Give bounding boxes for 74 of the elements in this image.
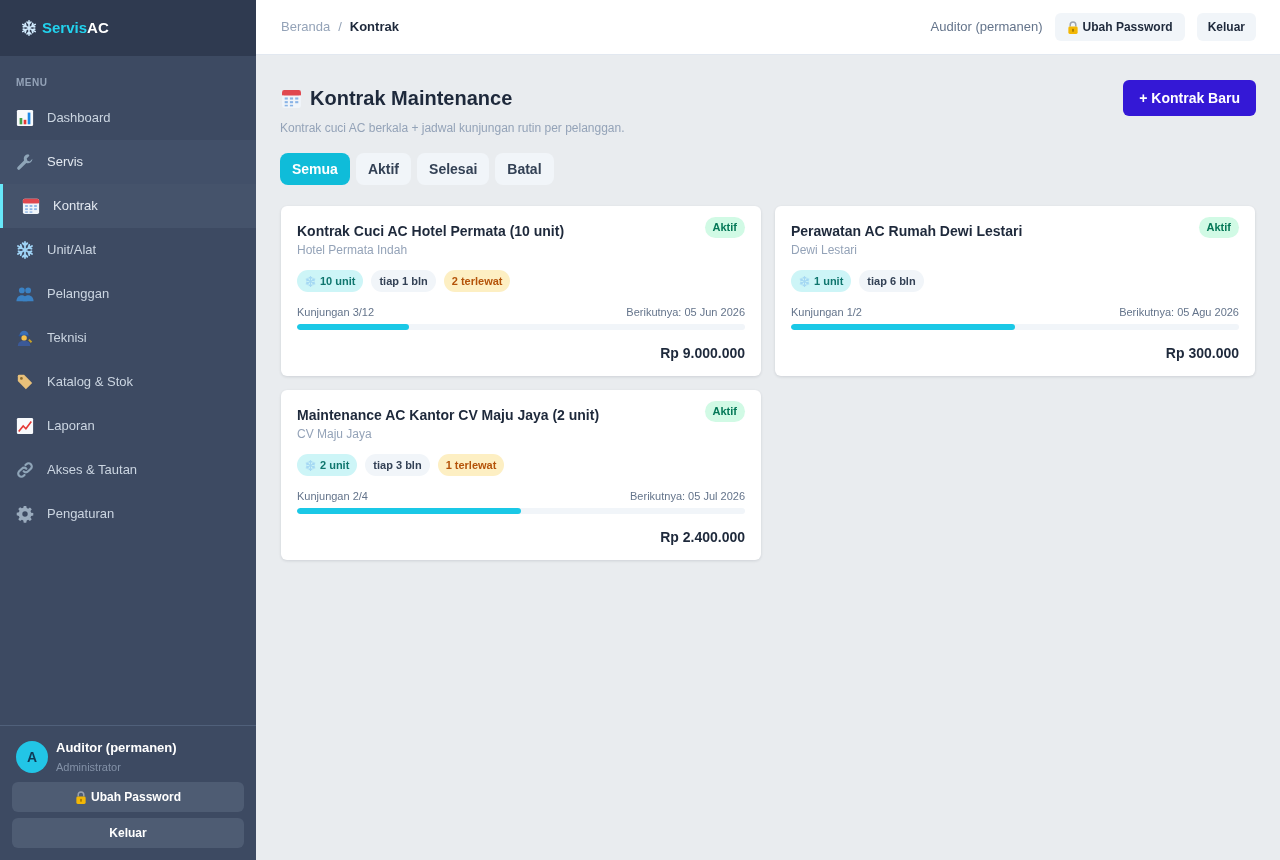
sidebar-item[interactable]: Pelanggan	[0, 272, 256, 316]
overdue-tag: 1 terlewat	[437, 454, 505, 476]
unit-count-tag: 10 unit	[297, 270, 364, 292]
overdue-tag: 2 terlewat	[443, 270, 511, 292]
unit-count-tag: 1 unit	[791, 270, 852, 292]
status-badge: Aktif	[704, 217, 745, 238]
sidebar-item[interactable]: Akses & Tautan	[0, 448, 256, 492]
app-logo-text: ServisAC	[42, 17, 109, 38]
link-icon	[16, 461, 34, 479]
lock-icon	[1066, 20, 1079, 34]
snowflake-icon	[799, 275, 810, 287]
worker-icon	[16, 329, 34, 347]
change-password-button[interactable]: Ubah Password	[12, 782, 244, 812]
customer-name: CV Maju Jaya	[297, 426, 373, 442]
user-label: Auditor (permanen)	[930, 18, 1043, 37]
people-icon	[16, 285, 34, 303]
next-visit-date: Berikutnya: 05 Jun 2026	[626, 305, 745, 319]
sidebar-item[interactable]: Teknisi	[0, 316, 256, 360]
status-badge: Aktif	[1198, 217, 1239, 238]
contract-price: Rp 9.000.000	[660, 344, 745, 362]
breadcrumb-separator: /	[338, 18, 342, 37]
filter-tab[interactable]: Aktif	[355, 153, 412, 185]
snowflake-logo-icon	[21, 20, 37, 36]
filter-tab[interactable]: Selesai	[417, 153, 490, 185]
settings-icon	[16, 505, 34, 523]
contract-title: Maintenance AC Kantor CV Maju Jaya (2 unit)	[297, 406, 600, 425]
customer-name: Hotel Permata Indah	[297, 242, 409, 258]
user-name: Auditor (permanen)	[56, 740, 177, 756]
visit-progress-label: Kunjungan 1/2	[791, 305, 862, 319]
bar-chart-icon	[16, 109, 34, 127]
interval-tag: tiap 3 bln	[365, 454, 430, 476]
filter-tab[interactable]: Batal	[495, 153, 554, 185]
sidebar-item[interactable]: Unit/Alat	[0, 228, 256, 272]
change-password-button[interactable]: Ubah Password	[1054, 13, 1185, 41]
unit-count-tag: 2 unit	[297, 454, 358, 476]
sidebar-item[interactable]: Dashboard	[0, 96, 256, 140]
customer-name: Dewi Lestari	[791, 242, 859, 258]
wrench-icon	[16, 153, 34, 171]
calendar-icon	[281, 87, 302, 109]
new-contract-button[interactable]: + Kontrak Baru	[1123, 80, 1256, 116]
sidebar-item[interactable]: Servis	[0, 140, 256, 184]
user-role: Administrator	[56, 760, 122, 774]
contract-title: Kontrak Cuci AC Hotel Permata (10 unit)	[297, 222, 565, 241]
lock-icon	[75, 790, 87, 804]
contract-price: Rp 2.400.000	[660, 528, 745, 546]
next-visit-date: Berikutnya: 05 Agu 2026	[1119, 305, 1239, 319]
contract-card[interactable]: Kontrak Cuci AC Hotel Permata (10 unit) Hotel Permata Indah Aktif 10 unit tiap 1 bln 2 terlewat Kunjungan 3/12 Berikutnya: 05 Jun 2026 Rp 9.000.000	[281, 206, 761, 376]
sidebar-item[interactable]: Kontrak	[0, 184, 256, 228]
user-avatar: A	[16, 741, 48, 773]
calendar-icon	[22, 197, 40, 215]
sidebar-item[interactable]: Laporan	[0, 404, 256, 448]
interval-tag: tiap 6 bln	[859, 270, 924, 292]
snowflake-icon	[16, 241, 34, 259]
line-chart-icon	[16, 417, 34, 435]
status-badge: Aktif	[704, 401, 745, 422]
breadcrumb-current: Kontrak	[349, 18, 399, 37]
menu-section-label: MENU	[16, 77, 49, 89]
snowflake-icon	[305, 459, 316, 471]
contract-price: Rp 300.000	[1165, 344, 1239, 362]
logout-button[interactable]: Keluar	[12, 818, 244, 848]
page-title: Kontrak Maintenance	[310, 86, 513, 111]
visit-progress-label: Kunjungan 2/4	[297, 489, 368, 503]
contract-card[interactable]: Maintenance AC Kantor CV Maju Jaya (2 unit) CV Maju Jaya Aktif 2 unit tiap 3 bln 1 terlewat Kunjungan 2/4 Berikutnya: 05 Jul 2026 Rp 2.400.000	[281, 390, 761, 560]
tag-icon	[16, 373, 34, 391]
snowflake-icon	[305, 275, 316, 287]
interval-tag: tiap 1 bln	[371, 270, 436, 292]
next-visit-date: Berikutnya: 05 Jul 2026	[630, 489, 745, 503]
visit-progress-label: Kunjungan 3/12	[297, 305, 375, 319]
contract-title: Perawatan AC Rumah Dewi Lestari	[791, 222, 1023, 241]
contract-card[interactable]: Perawatan AC Rumah Dewi Lestari Dewi Lestari Aktif 1 unit tiap 6 bln Kunjungan 1/2 Berikutnya: 05 Agu 2026 Rp 300.000	[775, 206, 1255, 376]
page-subtitle: Kontrak cuci AC berkala + jadwal kunjungan rutin per pelanggan.	[280, 120, 626, 137]
sidebar-item[interactable]: Pengaturan	[0, 492, 256, 536]
sidebar-item[interactable]: Katalog & Stok	[0, 360, 256, 404]
logout-button[interactable]: Keluar	[1196, 13, 1256, 41]
